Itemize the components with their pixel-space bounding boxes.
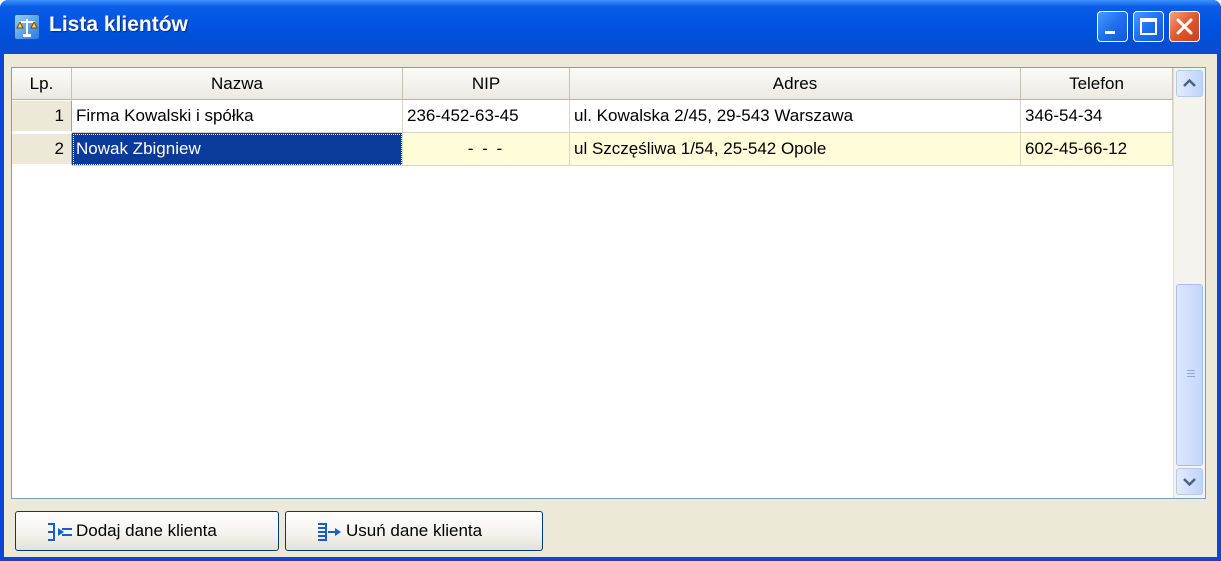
clients-grid[interactable]: Lp. Nazwa NIP Adres Telefon 1 Firma Kowa… (11, 67, 1206, 499)
cell-telefon[interactable]: 346-54-34 (1021, 100, 1173, 133)
delete-client-label: Usuń dane klienta (346, 521, 483, 540)
minimize-button[interactable] (1097, 11, 1128, 42)
row-header[interactable]: 2 (12, 133, 72, 165)
maximize-button[interactable] (1133, 11, 1164, 42)
title-bar[interactable]: Lista klientów (0, 0, 1221, 54)
minimize-icon (1105, 31, 1115, 34)
column-header-nip[interactable]: NIP (403, 68, 570, 100)
scrollbar-thumb[interactable] (1176, 284, 1203, 466)
window-title: Lista klientów (49, 13, 188, 36)
grip-icon (1187, 370, 1195, 379)
delete-client-button[interactable]: Usuń dane klienta (285, 511, 543, 551)
cell-adres[interactable]: ul Szczęśliwa 1/54, 25-542 Opole (570, 133, 1021, 166)
column-header-lp[interactable]: Lp. (12, 68, 72, 100)
cell-telefon[interactable]: 602-45-66-12 (1021, 133, 1173, 166)
chevron-down-icon (1183, 478, 1196, 487)
cell-adres[interactable]: ul. Kowalska 2/45, 29-543 Warszawa (570, 100, 1021, 133)
column-header-adres[interactable]: Adres (570, 68, 1021, 100)
add-record-icon (48, 523, 72, 541)
scroll-up-button[interactable] (1176, 70, 1203, 97)
scroll-down-button[interactable] (1176, 468, 1203, 495)
window-client-area: Lp. Nazwa NIP Adres Telefon 1 Firma Kowa… (4, 54, 1217, 557)
chevron-up-icon (1183, 78, 1196, 87)
add-client-label: Dodaj dane klienta (76, 521, 217, 540)
scales-icon[interactable] (14, 14, 40, 40)
row-header[interactable]: 1 (12, 100, 72, 132)
close-button[interactable] (1169, 11, 1200, 42)
cell-nazwa[interactable]: Firma Kowalski i spółka (72, 100, 403, 133)
close-icon (1176, 18, 1193, 35)
vertical-scrollbar[interactable] (1173, 68, 1205, 498)
column-header-nazwa[interactable]: Nazwa (72, 68, 403, 100)
cell-nip[interactable]: 236-452-63-45 (403, 100, 570, 133)
cell-nip[interactable]: - - - (403, 133, 570, 166)
column-header-telefon[interactable]: Telefon (1021, 68, 1173, 100)
maximize-icon (1140, 18, 1157, 35)
add-client-button[interactable]: Dodaj dane klienta (15, 511, 279, 551)
remove-record-icon (318, 523, 341, 541)
cell-nazwa-selected[interactable]: Nowak Zbigniew (72, 133, 403, 166)
window: Lista klientów Lp. Nazwa NIP Adres Telef… (0, 0, 1221, 561)
